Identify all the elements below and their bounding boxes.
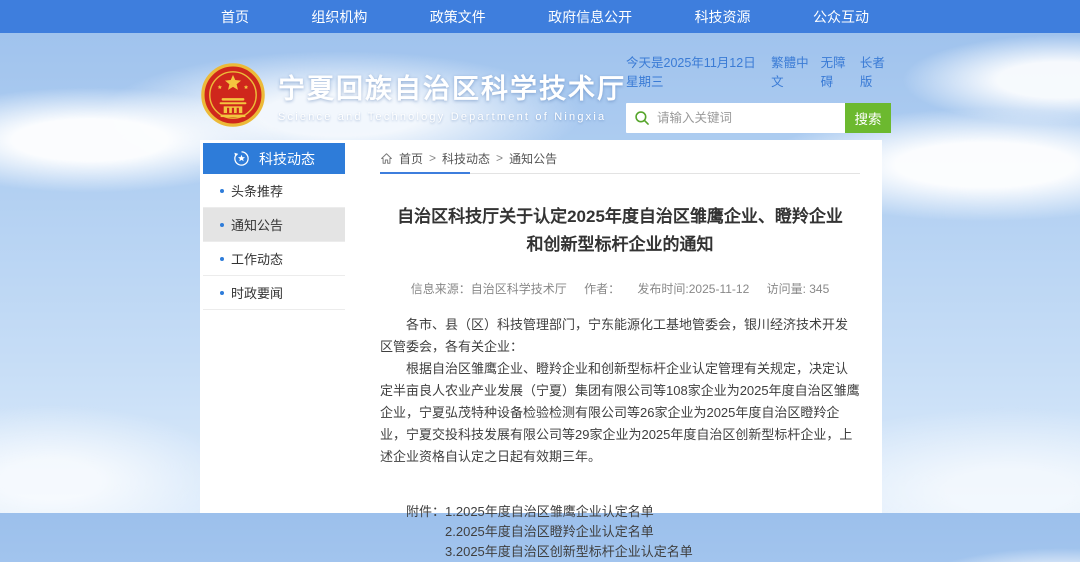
sidebar-item-notices[interactable]: 通知公告 bbox=[203, 208, 345, 242]
breadcrumb-separator: > bbox=[429, 151, 436, 165]
nav-item-sci-tech-resources[interactable]: 科技资源 bbox=[689, 7, 757, 27]
meta-publish-date: 发布时间:2025-11-12 bbox=[637, 282, 749, 296]
article-title: 自治区科技厅关于认定2025年度自治区雏鹰企业、瞪羚企业 和创新型标杆企业的通知 bbox=[380, 203, 860, 259]
bullet-dot bbox=[220, 189, 224, 193]
article-title-line1: 自治区科技厅关于认定2025年度自治区雏鹰企业、瞪羚企业 bbox=[380, 203, 860, 231]
webpage-root: { "nav": { "items": ["首页", "组织机构", "政策文件… bbox=[0, 0, 1080, 513]
article-title-line2: 和创新型标杆企业的通知 bbox=[380, 231, 860, 259]
sidebar-item-label: 通知公告 bbox=[231, 215, 283, 234]
nav-item-policy-documents[interactable]: 政策文件 bbox=[424, 7, 492, 27]
breadcrumb-separator: > bbox=[496, 151, 503, 165]
sidebar: 科技动态 头条推荐 通知公告 工作动态 时政要闻 bbox=[203, 143, 345, 513]
article-meta: 信息来源：自治区科学技术厅 作者： 发布时间:2025-11-12 访问量: 3… bbox=[380, 280, 860, 297]
search-button[interactable]: 搜索 bbox=[845, 103, 891, 133]
breadcrumb-notices[interactable]: 通知公告 bbox=[509, 150, 557, 167]
sidebar-title: 科技动态 bbox=[259, 149, 315, 169]
content-wrapper: 科技动态 头条推荐 通知公告 工作动态 时政要闻 首页 > 科技动态 > bbox=[200, 140, 882, 513]
attachments-list: 1.2025年度自治区雏鹰企业认定名单 2.2025年度自治区瞪羚企业认定名单 … bbox=[445, 502, 693, 562]
meta-author: 作者： bbox=[584, 282, 620, 296]
top-navigation: 首页 组织机构 政策文件 政府信息公开 科技资源 公众互动 bbox=[0, 0, 1080, 33]
article-panel: 首页 > 科技动态 > 通知公告 自治区科技厅关于认定2025年度自治区雏鹰企业… bbox=[358, 143, 882, 513]
site-brand-text: 宁夏回族自治区科学技术厅 Science and Technology Depa… bbox=[278, 67, 626, 123]
article-body: 各市、县（区）科技管理部门，宁东能源化工基地管委会，银川经济技术开发区管委会，各… bbox=[380, 314, 860, 468]
link-senior-version[interactable]: 长者版 bbox=[860, 52, 891, 90]
site-subtitle: Science and Technology Department of Nin… bbox=[278, 111, 626, 123]
breadcrumb-home[interactable]: 首页 bbox=[399, 150, 423, 167]
meta-source: 信息来源：自治区科学技术厅 bbox=[411, 282, 567, 296]
link-accessibility[interactable]: 无障碍 bbox=[821, 52, 852, 90]
sidebar-item-current-affairs[interactable]: 时政要闻 bbox=[203, 276, 345, 310]
bullet-dot bbox=[220, 223, 224, 227]
sidebar-item-label: 时政要闻 bbox=[231, 283, 283, 302]
nav-item-home[interactable]: 首页 bbox=[215, 7, 255, 27]
bullet-dot bbox=[220, 291, 224, 295]
article-paragraph: 根据自治区雏鹰企业、瞪羚企业和创新型标杆企业认定管理有关规定，决定认定半亩良人农… bbox=[380, 358, 860, 468]
site-title: 宁夏回族自治区科学技术厅 bbox=[278, 67, 626, 106]
sidebar-header: 科技动态 bbox=[203, 143, 345, 174]
header-utilities: 今天是2025年11月12日 星期三 繁體中文 无障碍 长者版 搜索 bbox=[626, 52, 891, 136]
breadcrumb-sci-tech-news[interactable]: 科技动态 bbox=[442, 150, 490, 167]
today-date-text: 今天是2025年11月12日 星期三 bbox=[626, 52, 771, 90]
nav-item-public-interaction[interactable]: 公众互动 bbox=[807, 7, 875, 27]
attachment-link-2[interactable]: 2.2025年度自治区瞪羚企业认定名单 bbox=[445, 522, 693, 542]
article-paragraph: 各市、县（区）科技管理部门，宁东能源化工基地管委会，银川经济技术开发区管委会，各… bbox=[380, 314, 860, 358]
home-icon bbox=[380, 152, 393, 165]
news-icon bbox=[233, 150, 250, 167]
attachment-link-1[interactable]: 1.2025年度自治区雏鹰企业认定名单 bbox=[445, 502, 693, 522]
nav-item-organization[interactable]: 组织机构 bbox=[305, 7, 373, 27]
bullet-dot bbox=[220, 257, 224, 261]
search-input[interactable] bbox=[657, 111, 845, 125]
attachment-link-3[interactable]: 3.2025年度自治区创新型标杆企业认定名单 bbox=[445, 542, 693, 562]
attachments-label: 附件： bbox=[406, 502, 445, 562]
site-header: 宁夏回族自治区科学技术厅 Science and Technology Depa… bbox=[200, 50, 882, 136]
national-emblem-icon bbox=[200, 62, 266, 128]
site-logo-link[interactable]: 宁夏回族自治区科学技术厅 Science and Technology Depa… bbox=[200, 54, 626, 136]
top-navigation-items: 首页 组织机构 政策文件 政府信息公开 科技资源 公众互动 bbox=[215, 7, 875, 27]
sidebar-item-label: 头条推荐 bbox=[231, 181, 283, 200]
search-box bbox=[626, 103, 845, 133]
sidebar-item-work-updates[interactable]: 工作动态 bbox=[203, 242, 345, 276]
quick-links: 繁體中文 无障碍 长者版 bbox=[771, 52, 891, 90]
search-bar: 搜索 bbox=[626, 103, 891, 133]
sidebar-item-label: 工作动态 bbox=[231, 249, 283, 268]
attachments-section: 附件： 1.2025年度自治区雏鹰企业认定名单 2.2025年度自治区瞪羚企业认… bbox=[406, 502, 860, 562]
nav-item-gov-info-disclosure[interactable]: 政府信息公开 bbox=[542, 7, 638, 27]
search-icon bbox=[634, 110, 650, 126]
sidebar-item-headlines[interactable]: 头条推荐 bbox=[203, 174, 345, 208]
breadcrumb: 首页 > 科技动态 > 通知公告 bbox=[380, 143, 860, 174]
link-traditional-chinese[interactable]: 繁體中文 bbox=[771, 52, 813, 90]
meta-visit-count: 访问量: 345 bbox=[767, 282, 830, 296]
